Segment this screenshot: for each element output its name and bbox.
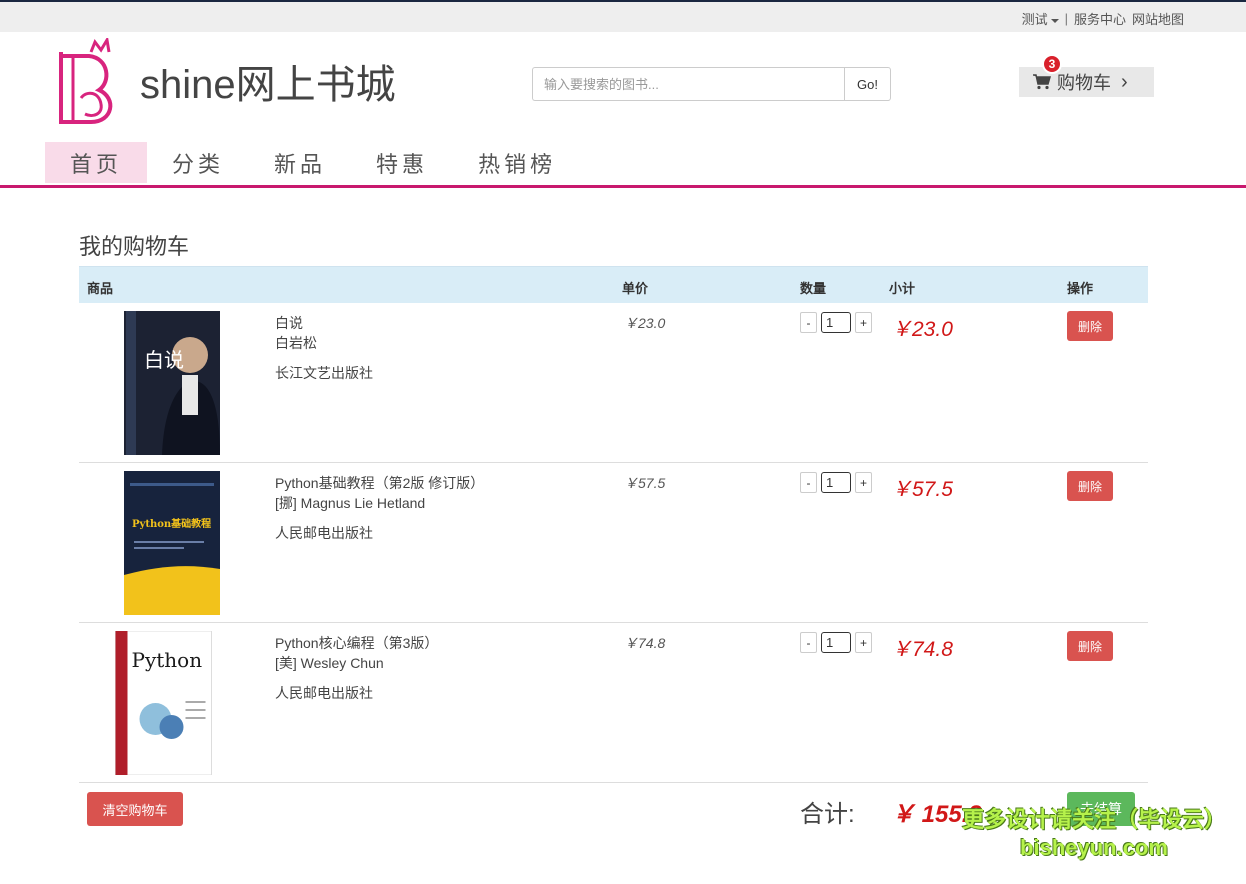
column-action: 操作 <box>1067 281 1094 296</box>
nav-item-new[interactable]: 新品 <box>249 142 351 183</box>
quantity-decrease-button[interactable]: - <box>800 632 817 653</box>
product-publisher: 人民邮电出版社 <box>275 685 373 701</box>
product-author: 白岩松 <box>275 335 317 351</box>
quantity-increase-button[interactable]: + <box>855 632 872 653</box>
site-logo[interactable] <box>55 38 121 126</box>
product-info: Python核心编程（第3版） [美] Wesley Chun 人民邮电出版社 <box>275 633 438 703</box>
product-author: [挪] Magnus Lie Hetland <box>275 495 426 511</box>
service-center-link[interactable]: 服务中心 <box>1074 9 1126 28</box>
product-info: Python基础教程（第2版 修订版） [挪] Magnus Lie Hetla… <box>275 473 484 543</box>
quantity-increase-button[interactable]: + <box>855 312 872 333</box>
quantity-increase-button[interactable]: + <box>855 472 872 493</box>
site-title: shine网上书城 <box>140 63 396 107</box>
table-header: 商品 单价 数量 小计 操作 <box>79 266 1148 303</box>
total-label: 合计: <box>800 801 855 828</box>
column-subtotal: 小计 <box>889 281 916 296</box>
svg-text:白说: 白说 <box>144 348 184 372</box>
quantity-input[interactable]: 1 <box>821 472 851 493</box>
cart-button[interactable]: 购物车 › <box>1019 67 1154 97</box>
product-title[interactable]: Python核心编程（第3版） <box>275 633 438 653</box>
product-author: [美] Wesley Chun <box>275 655 384 671</box>
quantity-input[interactable]: 1 <box>821 312 851 333</box>
subtotal: ￥23.0 <box>891 318 953 341</box>
search-bar: Go! <box>532 67 891 101</box>
page-title: 我的购物车 <box>79 234 190 259</box>
table-row: Python Python核心编程（第3版） [美] Wesley Chun 人… <box>79 623 1148 783</box>
book-cover[interactable]: Python基础教程 <box>124 471 220 615</box>
user-name[interactable]: 测试 <box>1022 12 1048 27</box>
nav-item-home[interactable]: 首页 <box>45 142 148 183</box>
nav-item-deals[interactable]: 特惠 <box>351 142 453 183</box>
shopping-cart-icon <box>1033 74 1051 90</box>
quantity-decrease-button[interactable]: - <box>800 472 817 493</box>
delete-button[interactable]: 删除 <box>1067 471 1113 501</box>
clear-cart-button[interactable]: 清空购物车 <box>87 792 183 826</box>
caret-down-icon[interactable] <box>1050 18 1059 23</box>
table-row: 白说 白说 白岩松 长江文艺出版社 ￥23.0 - 1 + ￥23.0 删除 <box>79 303 1148 463</box>
nav-item-bestsellers[interactable]: 热销榜 <box>453 142 581 183</box>
top-links: 测试 | 服务中心 网站地图 <box>1022 9 1184 28</box>
svg-text:Python基础教程: Python基础教程 <box>132 517 211 530</box>
cart-count-badge: 3 <box>1042 54 1062 74</box>
sitemap-link[interactable]: 网站地图 <box>1132 9 1184 28</box>
search-button[interactable]: Go! <box>844 67 891 101</box>
column-unit-price: 单价 <box>622 281 649 296</box>
watermark: 更多设计请关注（毕设云） bisheyun.com <box>962 806 1226 862</box>
nav-item-category[interactable]: 分类 <box>147 142 249 183</box>
main-nav: 首页 分类 新品 特惠 热销榜 <box>45 142 581 183</box>
book-cover[interactable]: 白说 <box>124 311 220 455</box>
product-title[interactable]: Python基础教程（第2版 修订版） <box>275 473 484 493</box>
nav-divider <box>0 185 1246 188</box>
svg-text:Python: Python <box>132 648 203 672</box>
unit-price: ￥23.0 <box>624 315 666 331</box>
column-quantity: 数量 <box>800 281 827 296</box>
delete-button[interactable]: 删除 <box>1067 311 1113 341</box>
product-info: 白说 白岩松 长江文艺出版社 <box>275 313 373 383</box>
quantity-decrease-button[interactable]: - <box>800 312 817 333</box>
quantity-stepper: - 1 + <box>800 472 872 493</box>
search-input[interactable] <box>532 67 844 101</box>
column-product: 商品 <box>87 281 114 296</box>
watermark-line2: bisheyun.com <box>1020 835 1168 860</box>
watermark-line1: 更多设计请关注（毕设云） <box>962 807 1227 832</box>
table-row: Python基础教程 Python基础教程（第2版 修订版） [挪] Magnu… <box>79 463 1148 623</box>
top-bar: 测试 | 服务中心 网站地图 <box>0 2 1246 32</box>
cart-label: 购物车 <box>1057 73 1111 93</box>
chevron-right-icon: › <box>1121 70 1128 93</box>
user-menu[interactable]: 测试 <box>1022 9 1059 28</box>
delete-button[interactable]: 删除 <box>1067 631 1113 661</box>
quantity-stepper: - 1 + <box>800 632 872 653</box>
subtotal: ￥57.5 <box>891 478 953 501</box>
book-cover[interactable]: Python <box>107 631 220 775</box>
product-title[interactable]: 白说 <box>275 313 373 333</box>
subtotal: ￥74.8 <box>891 638 953 661</box>
top-separator: | <box>1064 11 1068 26</box>
product-publisher: 人民邮电出版社 <box>275 525 373 541</box>
product-publisher: 长江文艺出版社 <box>275 365 373 381</box>
quantity-stepper: - 1 + <box>800 312 872 333</box>
quantity-input[interactable]: 1 <box>821 632 851 653</box>
unit-price: ￥74.8 <box>624 635 666 651</box>
unit-price: ￥57.5 <box>624 475 666 491</box>
cart-table: 商品 单价 数量 小计 操作 白说 白说 白岩松 长江文艺出版社 ￥23.0 -… <box>79 266 1148 783</box>
